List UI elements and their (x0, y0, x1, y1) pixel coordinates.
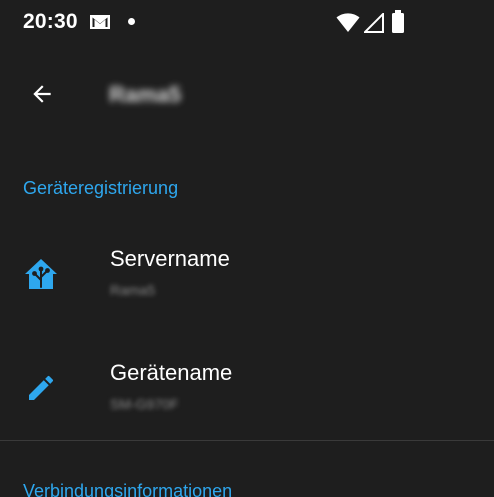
list-item-subtitle: Rama5 (110, 282, 156, 298)
app-bar: Rama5 (0, 60, 494, 130)
list-item-device-name[interactable]: Gerätename SM-G970F (0, 340, 494, 436)
pencil-icon (23, 370, 59, 406)
settings-screen: 20:30 Rama5 Geräteregistrierung Serverna… (0, 0, 494, 497)
signal-icon (362, 11, 384, 38)
status-time: 20:30 (23, 10, 78, 33)
page-title: Rama5 (109, 82, 182, 107)
notification-dot-icon (128, 18, 135, 25)
list-item-server-name[interactable]: Servername Rama5 (0, 226, 494, 322)
section-header-device-registration: Geräteregistrierung (23, 178, 179, 198)
gmail-icon (89, 14, 111, 35)
home-assistant-icon (23, 256, 59, 292)
battery-icon (391, 10, 405, 39)
section-divider (0, 440, 494, 441)
list-item-title: Gerätename (110, 360, 233, 385)
section-header-connection-info: Verbindungsinformationen (23, 481, 233, 497)
status-bar: 20:30 (0, 0, 494, 46)
list-item-title: Servername (110, 246, 230, 271)
back-button[interactable] (22, 76, 62, 116)
list-item-subtitle: SM-G970F (110, 396, 179, 412)
arrow-back-icon (29, 81, 55, 112)
wifi-icon (336, 13, 360, 38)
